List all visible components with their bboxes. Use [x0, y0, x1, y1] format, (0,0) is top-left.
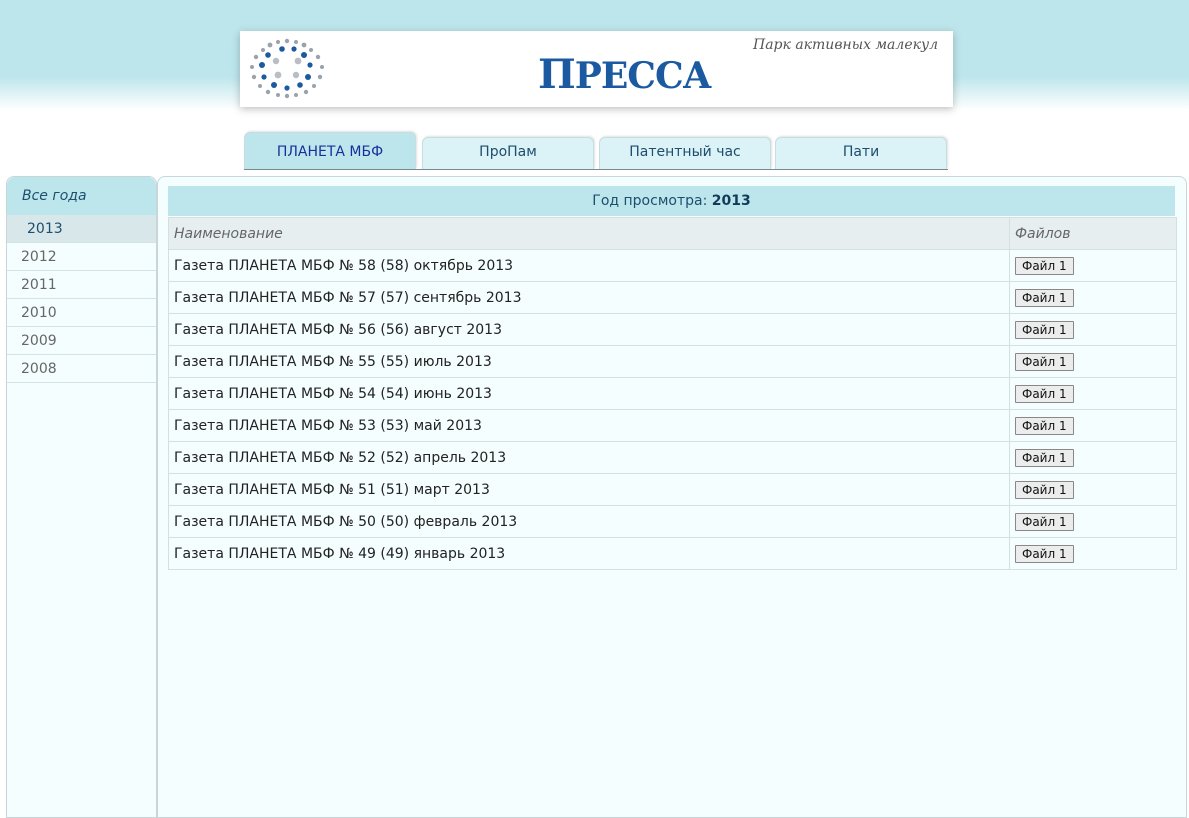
- tab-propam[interactable]: ПроПам: [422, 137, 594, 169]
- file-download-button[interactable]: Файл 1: [1015, 416, 1074, 435]
- files-cell: Файл 1: [1009, 281, 1177, 314]
- column-header-files: Файлов: [1009, 217, 1177, 250]
- files-cell: Файл 1: [1009, 441, 1177, 474]
- brand-rest: РЕССА: [574, 55, 712, 97]
- file-download-button[interactable]: Файл 1: [1015, 288, 1074, 307]
- file-download-button[interactable]: Файл 1: [1015, 544, 1074, 563]
- issue-name: Газета ПЛАНЕТА МБФ № 52 (52) апрель 2013: [168, 441, 1010, 474]
- file-download-button[interactable]: Файл 1: [1015, 256, 1074, 275]
- issue-name: Газета ПЛАНЕТА МБФ № 57 (57) сентябрь 20…: [168, 281, 1010, 314]
- files-cell: Файл 1: [1009, 537, 1177, 570]
- tab-patent-hour[interactable]: Патентный час: [599, 137, 771, 169]
- files-cell: Файл 1: [1009, 345, 1177, 378]
- sidebar-title: Все года: [7, 177, 156, 215]
- issue-name: Газета ПЛАНЕТА МБФ № 56 (56) август 2013: [168, 313, 1010, 346]
- issue-name: Газета ПЛАНЕТА МБФ № 58 (58) октябрь 201…: [168, 249, 1010, 282]
- year-heading-label: Год просмотра:: [592, 193, 708, 209]
- issue-name: Газета ПЛАНЕТА МБФ № 50 (50) февраль 201…: [168, 505, 1010, 538]
- file-download-button[interactable]: Файл 1: [1015, 448, 1074, 467]
- sidebar-item-2008[interactable]: 2008: [7, 355, 156, 383]
- file-download-button[interactable]: Файл 1: [1015, 320, 1074, 339]
- issue-name: Газета ПЛАНЕТА МБФ № 53 (53) май 2013: [168, 409, 1010, 442]
- sidebar-item-2009[interactable]: 2009: [7, 327, 156, 355]
- table-row: Газета ПЛАНЕТА МБФ № 52 (52) апрель 2013…: [168, 441, 1177, 474]
- tab-planeta-mbf[interactable]: ПЛАНЕТА МБФ: [244, 132, 416, 169]
- table-row: Газета ПЛАНЕТА МБФ № 53 (53) май 2013 Фа…: [168, 409, 1177, 442]
- issue-name: Газета ПЛАНЕТА МБФ № 55 (55) июль 2013: [168, 345, 1010, 378]
- table-row: Газета ПЛАНЕТА МБФ № 54 (54) июнь 2013 Ф…: [168, 377, 1177, 410]
- files-cell: Файл 1: [1009, 313, 1177, 346]
- main-panel: Год просмотра: 2013 Наименование Файлов …: [157, 176, 1187, 818]
- slogan: Парк активных малекул: [753, 37, 938, 53]
- logo-molecule-ring: [250, 38, 324, 99]
- section-tabs: ПЛАНЕТА МБФ ПроПам Патентный час Пати: [244, 129, 948, 170]
- brand-title: ПРЕССА: [538, 51, 712, 98]
- year-heading-value: 2013: [711, 193, 751, 209]
- year-heading: Год просмотра: 2013: [168, 186, 1175, 216]
- file-download-button[interactable]: Файл 1: [1015, 352, 1074, 371]
- files-cell: Файл 1: [1009, 505, 1177, 538]
- column-header-name: Наименование: [168, 217, 1010, 250]
- sidebar-item-2010[interactable]: 2010: [7, 299, 156, 327]
- table-row: Газета ПЛАНЕТА МБФ № 50 (50) февраль 201…: [168, 505, 1177, 538]
- file-download-button[interactable]: Файл 1: [1015, 480, 1074, 499]
- issue-name: Газета ПЛАНЕТА МБФ № 49 (49) январь 2013: [168, 537, 1010, 570]
- file-download-button[interactable]: Файл 1: [1015, 512, 1074, 531]
- files-cell: Файл 1: [1009, 249, 1177, 282]
- table-row: Газета ПЛАНЕТА МБФ № 55 (55) июль 2013 Ф…: [168, 345, 1177, 378]
- files-cell: Файл 1: [1009, 377, 1177, 410]
- table-row: Газета ПЛАНЕТА МБФ № 57 (57) сентябрь 20…: [168, 281, 1177, 314]
- site-header: Парк активных малекул ПРЕССА: [240, 31, 953, 107]
- tab-pati[interactable]: Пати: [775, 137, 947, 169]
- issue-name: Газета ПЛАНЕТА МБФ № 51 (51) март 2013: [168, 473, 1010, 506]
- table-row: Газета ПЛАНЕТА МБФ № 56 (56) август 2013…: [168, 313, 1177, 346]
- sidebar-item-2011[interactable]: 2011: [7, 271, 156, 299]
- files-cell: Файл 1: [1009, 409, 1177, 442]
- sidebar-item-2013[interactable]: 2013: [7, 215, 156, 243]
- brand-initial: П: [538, 51, 576, 98]
- issue-name: Газета ПЛАНЕТА МБФ № 54 (54) июнь 2013: [168, 377, 1010, 410]
- files-cell: Файл 1: [1009, 473, 1177, 506]
- table-row: Газета ПЛАНЕТА МБФ № 51 (51) март 2013 Ф…: [168, 473, 1177, 506]
- file-download-button[interactable]: Файл 1: [1015, 384, 1074, 403]
- press-table: Наименование Файлов Газета ПЛАНЕТА МБФ №…: [168, 217, 1177, 570]
- table-header-row: Наименование Файлов: [168, 217, 1177, 250]
- sidebar-item-2012[interactable]: 2012: [7, 243, 156, 271]
- year-sidebar: Все года 2013 2012 2011 2010 2009 2008: [6, 176, 157, 818]
- table-row: Газета ПЛАНЕТА МБФ № 49 (49) январь 2013…: [168, 537, 1177, 570]
- table-row: Газета ПЛАНЕТА МБФ № 58 (58) октябрь 201…: [168, 249, 1177, 282]
